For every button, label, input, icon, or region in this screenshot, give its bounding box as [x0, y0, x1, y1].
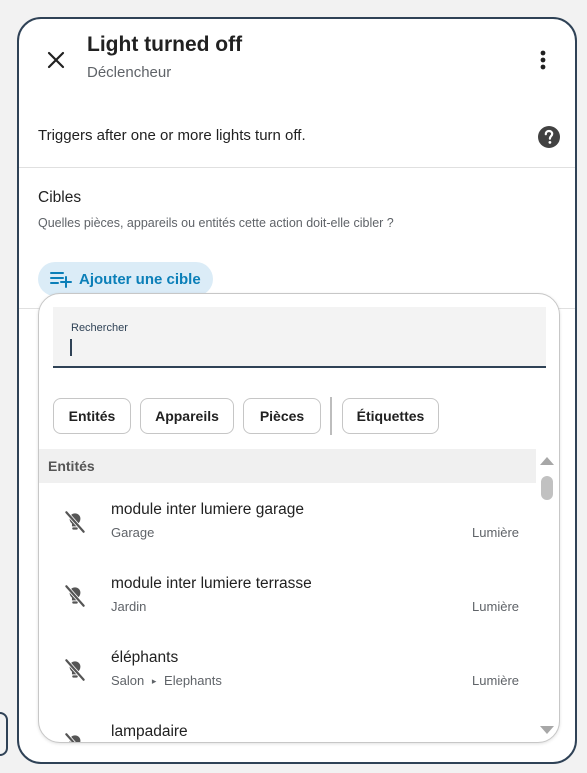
playlist-plus-icon	[50, 272, 72, 288]
item-name: module inter lumiere garage	[111, 501, 304, 518]
filter-chip-labels[interactable]: Étiquettes	[342, 398, 439, 434]
trigger-description: Triggers after one or more lights turn o…	[38, 127, 306, 144]
item-area: Salon	[111, 673, 145, 688]
filter-chip-entities[interactable]: Entités	[53, 398, 131, 434]
entity-list: module inter lumiere garage Garage Lumiè…	[39, 483, 536, 742]
help-icon[interactable]	[537, 125, 561, 149]
more-vertical-icon	[540, 50, 546, 70]
item-name: éléphants	[111, 649, 179, 666]
item-device: Elephants	[164, 673, 222, 688]
breadcrumb-separator-icon: ▸	[151, 676, 157, 686]
search-label: Rechercher	[71, 322, 128, 334]
filter-chips: Entités Appareils Pièces Étiquettes	[53, 397, 448, 435]
dialog-title: Light turned off	[87, 33, 243, 56]
item-area: Garage	[111, 525, 155, 540]
text-caret	[70, 339, 72, 356]
item-type: Lumière	[472, 599, 519, 614]
section-header-entities: Entités	[39, 449, 536, 483]
list-item[interactable]: lampadaire	[39, 705, 536, 742]
item-area: Jardin	[111, 599, 147, 614]
trigger-dialog: Light turned off Déclencheur Triggers af…	[17, 17, 577, 764]
close-button[interactable]	[41, 45, 71, 75]
item-name: module inter lumiere terrasse	[111, 575, 312, 592]
target-picker-popup: Rechercher Entités Appareils Pièces Étiq…	[38, 293, 560, 743]
list-item[interactable]: module inter lumiere garage Garage Lumiè…	[39, 483, 536, 557]
list-item[interactable]: module inter lumiere terrasse Jardin Lum…	[39, 557, 536, 631]
item-type: Lumière	[472, 673, 519, 688]
item-name: lampadaire	[111, 723, 188, 740]
search-input[interactable]	[69, 338, 523, 360]
more-options-button[interactable]	[528, 45, 558, 75]
lightbulb-off-icon	[64, 584, 86, 608]
scroll-thumb[interactable]	[541, 476, 553, 500]
lightbulb-off-icon	[64, 732, 81, 742]
divider	[19, 167, 575, 168]
add-target-label: Ajouter une cible	[79, 270, 201, 288]
filter-chip-areas[interactable]: Pièces	[243, 398, 321, 434]
lightbulb-off-icon	[64, 510, 86, 534]
chip-separator	[330, 397, 332, 435]
close-icon	[47, 51, 65, 69]
background-panel-edge	[0, 712, 8, 756]
search-field[interactable]: Rechercher	[53, 307, 546, 368]
item-type: Lumière	[472, 525, 519, 540]
filter-chip-devices[interactable]: Appareils	[140, 398, 234, 434]
targets-hint: Quelles pièces, appareils ou entités cet…	[38, 216, 394, 230]
scrollbar[interactable]	[538, 449, 556, 741]
item-breadcrumb: Salon ▸ Elephants	[111, 673, 222, 688]
scroll-down-arrow-icon[interactable]	[540, 726, 554, 734]
list-item[interactable]: éléphants Salon ▸ Elephants Lumière	[39, 631, 536, 705]
scroll-up-arrow-icon[interactable]	[540, 457, 554, 465]
dialog-subtitle: Déclencheur	[87, 64, 172, 81]
add-target-button[interactable]: Ajouter une cible	[38, 262, 213, 296]
lightbulb-off-icon	[64, 658, 86, 682]
targets-label: Cibles	[38, 189, 82, 206]
